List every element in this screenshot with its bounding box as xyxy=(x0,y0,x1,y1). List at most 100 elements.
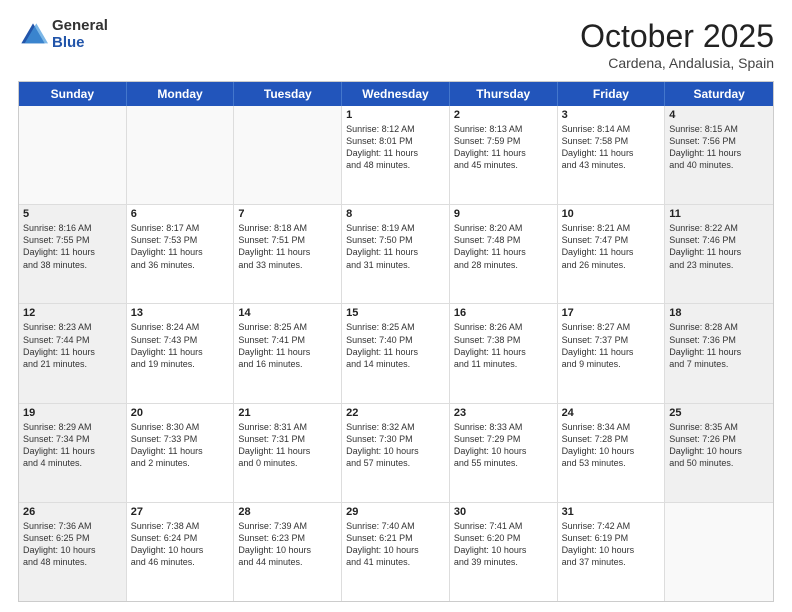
weekday-header-tuesday: Tuesday xyxy=(234,82,342,106)
header: General Blue October 2025 Cardena, Andal… xyxy=(18,18,774,71)
day-info: Sunrise: 8:22 AM Sunset: 7:46 PM Dayligh… xyxy=(669,222,769,271)
calendar-cell-25: 25 Sunrise: 8:35 AM Sunset: 7:26 PM Dayli… xyxy=(665,404,773,502)
calendar-cell-8: 8Sunrise: 8:19 AM Sunset: 7:50 PM Daylig… xyxy=(342,205,450,303)
calendar-cell-4: 4Sunrise: 8:15 AM Sunset: 7:56 PM Daylig… xyxy=(665,106,773,204)
day-number: 1 xyxy=(346,109,445,121)
day-number: 18 xyxy=(669,307,769,319)
calendar-cell-7: 7 Sunrise: 8:18 AM Sunset: 7:51 PM Daylig… xyxy=(234,205,342,303)
calendar-cell-17: 17Sunrise: 8:27 AM Sunset: 7:37 PM Dayli… xyxy=(558,304,666,402)
calendar-row-2: 12Sunrise: 8:23 AM Sunset: 7:44 PM Dayli… xyxy=(19,303,773,402)
calendar-cell-empty-0-1 xyxy=(127,106,235,204)
day-number: 17 xyxy=(562,307,661,319)
calendar-cell-26: 26 Sunrise: 7:36 AM Sunset: 6:25 PM Dayli… xyxy=(19,503,127,601)
day-number: 15 xyxy=(346,307,445,319)
weekday-header-wednesday: Wednesday xyxy=(342,82,450,106)
day-number: 16 xyxy=(454,307,553,319)
day-number: 22 xyxy=(346,407,445,419)
day-info: Sunrise: 7:42 AM Sunset: 6:19 PM Dayligh… xyxy=(562,520,661,569)
day-info: Sunrise: 8:31 AM Sunset: 7:31 PM Dayligh… xyxy=(238,421,337,470)
day-info: Sunrise: 8:35 AM Sunset: 7:26 PM Dayligh… xyxy=(669,421,769,470)
day-info: Sunrise: 8:12 AM Sunset: 8:01 PM Dayligh… xyxy=(346,123,445,172)
calendar-row-0: 1 Sunrise: 8:12 AM Sunset: 8:01 PM Daylig… xyxy=(19,106,773,204)
day-info: Sunrise: 8:20 AM Sunset: 7:48 PM Dayligh… xyxy=(454,222,553,271)
day-info: Sunrise: 8:17 AM Sunset: 7:53 PM Dayligh… xyxy=(131,222,230,271)
day-info: Sunrise: 7:39 AM Sunset: 6:23 PM Dayligh… xyxy=(238,520,337,569)
calendar-cell-29: 29Sunrise: 7:40 AM Sunset: 6:21 PM Dayli… xyxy=(342,503,450,601)
day-info: Sunrise: 7:38 AM Sunset: 6:24 PM Dayligh… xyxy=(131,520,230,569)
day-number: 28 xyxy=(238,506,337,518)
weekday-header-friday: Friday xyxy=(558,82,666,106)
page: General Blue October 2025 Cardena, Andal… xyxy=(0,0,792,612)
calendar-cell-19: 19 Sunrise: 8:29 AM Sunset: 7:34 PM Dayli… xyxy=(19,404,127,502)
day-info: Sunrise: 8:25 AM Sunset: 7:41 PM Dayligh… xyxy=(238,321,337,370)
calendar-cell-12: 12Sunrise: 8:23 AM Sunset: 7:44 PM Dayli… xyxy=(19,304,127,402)
day-number: 26 xyxy=(23,506,122,518)
day-info: Sunrise: 8:32 AM Sunset: 7:30 PM Dayligh… xyxy=(346,421,445,470)
weekday-header-monday: Monday xyxy=(127,82,235,106)
day-info: Sunrise: 8:34 AM Sunset: 7:28 PM Dayligh… xyxy=(562,421,661,470)
calendar-cell-16: 16 Sunrise: 8:26 AM Sunset: 7:38 PM Dayli… xyxy=(450,304,558,402)
day-number: 31 xyxy=(562,506,661,518)
day-number: 14 xyxy=(238,307,337,319)
calendar-cell-5: 5 Sunrise: 8:16 AM Sunset: 7:55 PM Daylig… xyxy=(19,205,127,303)
calendar-cell-empty-4-6 xyxy=(665,503,773,601)
day-info: Sunrise: 7:41 AM Sunset: 6:20 PM Dayligh… xyxy=(454,520,553,569)
calendar-cell-14: 14 Sunrise: 8:25 AM Sunset: 7:41 PM Dayli… xyxy=(234,304,342,402)
day-info: Sunrise: 8:13 AM Sunset: 7:59 PM Dayligh… xyxy=(454,123,553,172)
day-info: Sunrise: 7:36 AM Sunset: 6:25 PM Dayligh… xyxy=(23,520,122,569)
logo: General Blue xyxy=(18,18,108,51)
calendar-header: SundayMondayTuesdayWednesdayThursdayFrid… xyxy=(19,82,773,106)
calendar-cell-2: 2 Sunrise: 8:13 AM Sunset: 7:59 PM Daylig… xyxy=(450,106,558,204)
day-info: Sunrise: 8:30 AM Sunset: 7:33 PM Dayligh… xyxy=(131,421,230,470)
logo-blue: Blue xyxy=(52,35,108,52)
day-info: Sunrise: 8:26 AM Sunset: 7:38 PM Dayligh… xyxy=(454,321,553,370)
day-info: Sunrise: 8:24 AM Sunset: 7:43 PM Dayligh… xyxy=(131,321,230,370)
day-number: 23 xyxy=(454,407,553,419)
calendar-cell-27: 27 Sunrise: 7:38 AM Sunset: 6:24 PM Dayli… xyxy=(127,503,235,601)
calendar-cell-31: 31 Sunrise: 7:42 AM Sunset: 6:19 PM Dayli… xyxy=(558,503,666,601)
day-info: Sunrise: 8:21 AM Sunset: 7:47 PM Dayligh… xyxy=(562,222,661,271)
day-number: 27 xyxy=(131,506,230,518)
day-info: Sunrise: 8:29 AM Sunset: 7:34 PM Dayligh… xyxy=(23,421,122,470)
day-number: 12 xyxy=(23,307,122,319)
day-number: 19 xyxy=(23,407,122,419)
calendar: SundayMondayTuesdayWednesdayThursdayFrid… xyxy=(18,81,774,602)
calendar-cell-20: 20 Sunrise: 8:30 AM Sunset: 7:33 PM Dayli… xyxy=(127,404,235,502)
day-info: Sunrise: 8:25 AM Sunset: 7:40 PM Dayligh… xyxy=(346,321,445,370)
weekday-header-thursday: Thursday xyxy=(450,82,558,106)
month-title: October 2025 xyxy=(580,18,774,55)
calendar-cell-21: 21Sunrise: 8:31 AM Sunset: 7:31 PM Dayli… xyxy=(234,404,342,502)
calendar-cell-24: 24Sunrise: 8:34 AM Sunset: 7:28 PM Dayli… xyxy=(558,404,666,502)
calendar-cell-15: 15 Sunrise: 8:25 AM Sunset: 7:40 PM Dayli… xyxy=(342,304,450,402)
logo-icon xyxy=(18,20,48,50)
calendar-cell-23: 23 Sunrise: 8:33 AM Sunset: 7:29 PM Dayli… xyxy=(450,404,558,502)
day-number: 4 xyxy=(669,109,769,121)
calendar-cell-11: 11 Sunrise: 8:22 AM Sunset: 7:46 PM Dayli… xyxy=(665,205,773,303)
day-number: 13 xyxy=(131,307,230,319)
day-number: 9 xyxy=(454,208,553,220)
day-info: Sunrise: 8:16 AM Sunset: 7:55 PM Dayligh… xyxy=(23,222,122,271)
calendar-cell-30: 30Sunrise: 7:41 AM Sunset: 6:20 PM Dayli… xyxy=(450,503,558,601)
location: Cardena, Andalusia, Spain xyxy=(580,55,774,71)
calendar-cell-10: 10 Sunrise: 8:21 AM Sunset: 7:47 PM Dayli… xyxy=(558,205,666,303)
day-info: Sunrise: 7:40 AM Sunset: 6:21 PM Dayligh… xyxy=(346,520,445,569)
calendar-cell-28: 28 Sunrise: 7:39 AM Sunset: 6:23 PM Dayli… xyxy=(234,503,342,601)
calendar-row-1: 5 Sunrise: 8:16 AM Sunset: 7:55 PM Daylig… xyxy=(19,204,773,303)
calendar-row-4: 26 Sunrise: 7:36 AM Sunset: 6:25 PM Dayli… xyxy=(19,502,773,601)
day-info: Sunrise: 8:33 AM Sunset: 7:29 PM Dayligh… xyxy=(454,421,553,470)
day-number: 20 xyxy=(131,407,230,419)
day-number: 2 xyxy=(454,109,553,121)
day-number: 25 xyxy=(669,407,769,419)
title-block: October 2025 Cardena, Andalusia, Spain xyxy=(580,18,774,71)
day-number: 7 xyxy=(238,208,337,220)
day-number: 5 xyxy=(23,208,122,220)
day-info: Sunrise: 8:19 AM Sunset: 7:50 PM Dayligh… xyxy=(346,222,445,271)
calendar-body: 1 Sunrise: 8:12 AM Sunset: 8:01 PM Daylig… xyxy=(19,106,773,601)
day-number: 11 xyxy=(669,208,769,220)
logo-general: General xyxy=(52,18,108,35)
day-info: Sunrise: 8:18 AM Sunset: 7:51 PM Dayligh… xyxy=(238,222,337,271)
day-number: 10 xyxy=(562,208,661,220)
calendar-cell-empty-0-0 xyxy=(19,106,127,204)
logo-text: General Blue xyxy=(52,18,108,51)
calendar-cell-13: 13 Sunrise: 8:24 AM Sunset: 7:43 PM Dayli… xyxy=(127,304,235,402)
